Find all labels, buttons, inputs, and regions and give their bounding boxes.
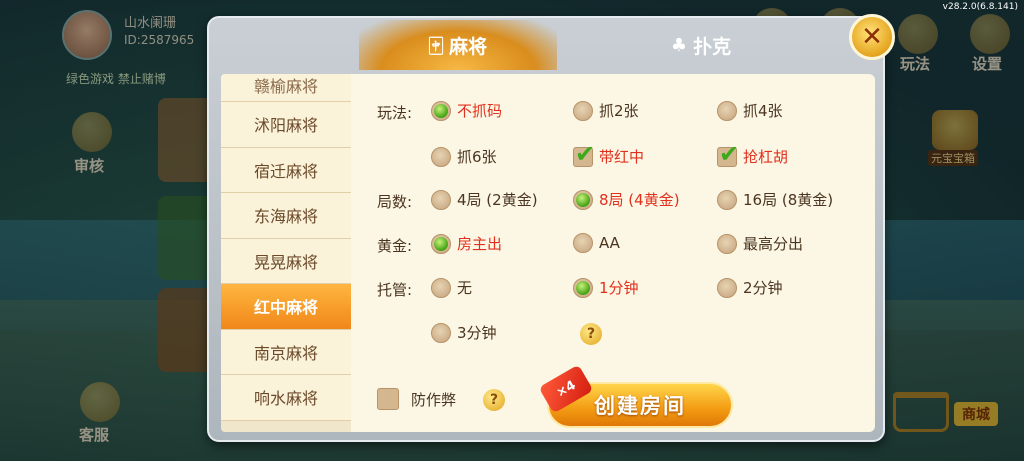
mahjong-tile-icon: 🀄︎ <box>428 34 444 56</box>
play-option-hongzhong[interactable]: 带红中 <box>573 140 645 168</box>
sidebar-item-label: 东海麻将 <box>253 207 318 227</box>
option-label: 最高分出 <box>743 235 804 253</box>
sidebar-item-label: 赣榆麻将 <box>253 77 318 96</box>
option-label: 3分钟 <box>457 324 497 342</box>
radio-button[interactable] <box>717 189 737 210</box>
gold-option-top-scorer[interactable]: 最高分出 <box>717 233 803 254</box>
version-label: v28.2.0(6.8.141) <box>942 2 1018 12</box>
radio-button[interactable] <box>573 233 593 253</box>
sidebar-item-nanjing[interactable]: 南京麻将 <box>221 329 351 375</box>
tab-mahjong[interactable]: 🀄︎ 麻将 <box>359 20 557 70</box>
radio-button[interactable] <box>717 277 737 298</box>
option-label: 不抓码 <box>457 102 503 120</box>
rounds-option-8[interactable]: 8局 (4黄金) <box>573 189 680 210</box>
option-label: 抓4张 <box>743 102 783 120</box>
club-suit-icon: ♣ <box>670 34 688 56</box>
sidebar-item-label: 红中麻将 <box>253 298 318 318</box>
radio-button[interactable] <box>431 233 451 254</box>
anticheat-help-icon[interactable]: ? <box>483 389 505 411</box>
radio-button[interactable] <box>431 277 451 298</box>
play-option-zhua4[interactable]: 抓4张 <box>717 100 783 121</box>
radio-button[interactable] <box>717 100 737 121</box>
trust-help-icon[interactable]: ? <box>580 323 602 345</box>
play-option-no-zhama[interactable]: 不抓码 <box>431 100 502 121</box>
room-options-panel: 玩法: 不抓码 抓2张 抓4张 抓6张 带红中 抢杠胡 局数: 4局 <box>351 74 875 432</box>
tab-poker[interactable]: ♣ 扑克 <box>561 20 841 70</box>
option-label: 16局 (8黄金) <box>743 191 834 209</box>
rounds-label: 局数: <box>377 193 413 211</box>
checkbox[interactable] <box>573 140 595 168</box>
play-mode-label: 玩法: <box>377 104 413 122</box>
tab-mahjong-label: 麻将 <box>449 35 488 58</box>
anticheat-option[interactable]: 防作弊 <box>377 388 456 410</box>
sidebar-item-ganyu[interactable]: 赣榆麻将 <box>221 74 351 102</box>
radio-button[interactable] <box>431 189 451 210</box>
option-label: 抢杠胡 <box>743 148 789 166</box>
option-label: 抓2张 <box>599 102 639 120</box>
radio-button[interactable] <box>431 322 451 343</box>
checkbox[interactable] <box>377 388 399 410</box>
option-label: 1分钟 <box>599 279 639 297</box>
card-cost-badge: ×4 <box>538 364 594 414</box>
trust-option-3min[interactable]: 3分钟 <box>431 322 497 343</box>
auto-play-label: 托管: <box>377 281 413 299</box>
sidebar-item-hongzhong[interactable]: 红中麻将 <box>221 284 351 330</box>
sidebar-item-donghai[interactable]: 东海麻将 <box>221 193 351 239</box>
option-label: 8局 (4黄金) <box>599 191 680 209</box>
option-label: 抓6张 <box>457 148 497 166</box>
rounds-option-16[interactable]: 16局 (8黄金) <box>717 189 833 210</box>
sidebar-item-label: 响水麻将 <box>253 389 318 409</box>
create-room-button[interactable]: ×4 创建房间 <box>538 364 733 428</box>
mahjong-variant-list[interactable]: 赣榆麻将 沭阳麻将 宿迁麻将 东海麻将 晃晃麻将 红中麻将 南京麻将 响水麻将 <box>221 74 351 432</box>
close-button[interactable]: ✕ <box>849 14 895 60</box>
option-label: 房主出 <box>457 235 503 253</box>
play-option-qiangganghu[interactable]: 抢杠胡 <box>717 140 789 168</box>
option-label: 2分钟 <box>743 279 783 297</box>
radio-button[interactable] <box>573 189 593 210</box>
rounds-option-4[interactable]: 4局 (2黄金) <box>431 189 538 210</box>
tab-poker-label: 扑克 <box>693 35 732 58</box>
radio-button[interactable] <box>573 277 593 298</box>
radio-button[interactable] <box>431 146 451 167</box>
radio-button[interactable] <box>573 100 593 121</box>
gold-payment-label: 黄金: <box>377 237 413 255</box>
radio-button[interactable] <box>431 100 451 121</box>
sidebar-item-label: 沭阳麻将 <box>253 116 318 136</box>
sidebar-item-xiangshui[interactable]: 响水麻将 <box>221 375 351 421</box>
sidebar-item-label: 宿迁麻将 <box>253 161 318 181</box>
sidebar-item-shuyang[interactable]: 沭阳麻将 <box>221 102 351 148</box>
sidebar-item-label: 晃晃麻将 <box>253 252 318 272</box>
trust-option-2min[interactable]: 2分钟 <box>717 277 783 298</box>
trust-option-none[interactable]: 无 <box>431 277 472 298</box>
play-option-zhua6[interactable]: 抓6张 <box>431 146 497 167</box>
gold-option-host[interactable]: 房主出 <box>431 233 502 254</box>
option-label: 4局 (2黄金) <box>457 191 538 209</box>
checkbox[interactable] <box>717 140 739 168</box>
option-label: AA <box>599 234 620 252</box>
trust-option-1min[interactable]: 1分钟 <box>573 277 639 298</box>
create-room-label: 创建房间 <box>594 394 686 418</box>
gold-option-aa[interactable]: AA <box>573 233 620 253</box>
create-room-dialog: 🀄︎ 麻将 ♣ 扑克 ✕ 赣榆麻将 沭阳麻将 宿迁麻将 东海麻将 晃晃麻将 红中… <box>207 14 895 442</box>
play-option-zhua2[interactable]: 抓2张 <box>573 100 639 121</box>
radio-button[interactable] <box>717 233 737 254</box>
option-label: 无 <box>457 279 473 297</box>
option-label: 防作弊 <box>411 390 457 409</box>
sidebar-item-suqian[interactable]: 宿迁麻将 <box>221 147 351 193</box>
sidebar-item-label: 南京麻将 <box>253 343 318 363</box>
option-label: 带红中 <box>599 148 645 166</box>
close-icon: ✕ <box>861 22 883 52</box>
sidebar-item-huanghuang[interactable]: 晃晃麻将 <box>221 238 351 284</box>
